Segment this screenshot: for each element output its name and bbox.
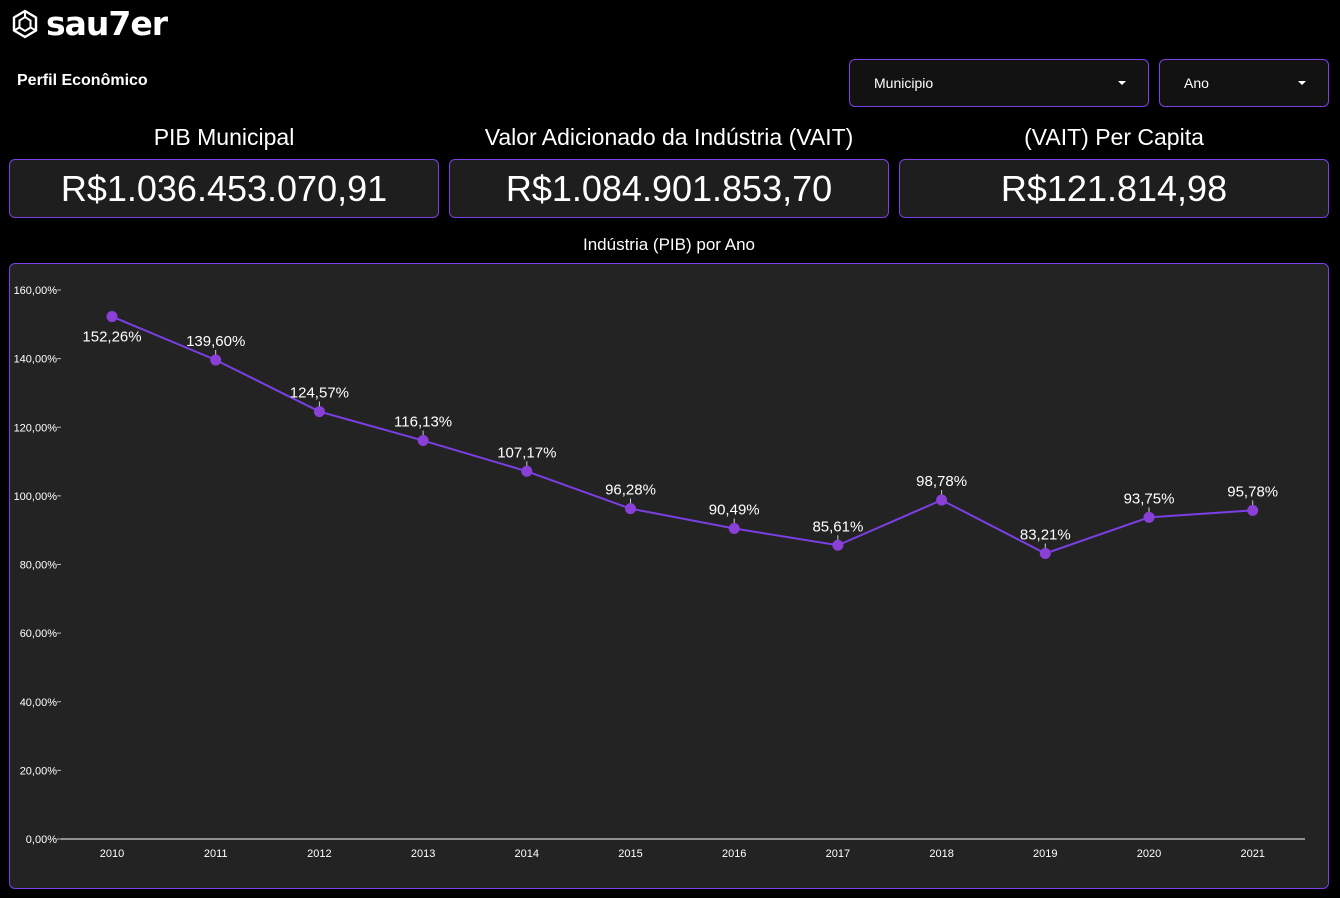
kpi-pib-municipal-value: R$1.036.453.070,91: [60, 167, 388, 209]
kpi-vait-label: Valor Adicionado da Indústria (VAIT): [484, 124, 854, 150]
page-title: Perfil Econômico: [17, 72, 148, 89]
y-tick-label: 0,00%: [26, 834, 57, 846]
x-tick-label: 2011: [204, 848, 228, 860]
data-point: [832, 539, 844, 551]
kpi-vait-per-capita-card: R$121.814,98: [899, 159, 1329, 218]
data-point: [1143, 511, 1155, 523]
data-label: 139,60%: [186, 333, 245, 350]
x-tick-label: 2013: [411, 848, 435, 860]
data-label: 116,13%: [394, 414, 452, 431]
y-tick-label: 80,00%: [20, 560, 58, 572]
kpi-vait-per-capita-value: R$121.814,98: [1000, 167, 1228, 209]
kpi-vait-per-capita-label: (VAIT) Per Capita: [1024, 124, 1204, 150]
x-tick-label: 2016: [722, 848, 746, 860]
ano-dropdown-value: Ano: [1184, 75, 1209, 91]
data-label: 124,57%: [290, 385, 349, 402]
data-label: 90,49%: [709, 502, 760, 519]
x-tick-label: 2015: [618, 848, 642, 860]
x-tick-label: 2010: [100, 848, 124, 860]
kpi-vait-card: R$1.084.901.853,70: [449, 159, 889, 218]
y-tick-label: 100,00%: [14, 491, 58, 503]
y-tick-label: 120,00%: [14, 422, 58, 434]
data-point: [625, 503, 636, 515]
x-tick-label: 2020: [1137, 848, 1161, 860]
municipio-dropdown-value: Municipio: [874, 75, 934, 91]
x-tick-label: 2019: [1033, 848, 1057, 860]
brand-logo: sau7er: [10, 4, 168, 43]
y-tick-label: 160,00%: [14, 285, 58, 297]
x-tick-label: 2018: [929, 848, 953, 860]
x-tick-label: 2017: [826, 848, 850, 860]
data-point: [313, 406, 325, 418]
x-tick-label: 2021: [1240, 848, 1264, 860]
ano-dropdown[interactable]: Ano: [1159, 59, 1329, 107]
municipio-dropdown[interactable]: Municipio: [849, 59, 1149, 107]
data-label: 98,78%: [916, 473, 967, 490]
data-point: [936, 494, 948, 506]
data-point: [417, 435, 429, 447]
data-label: 152,26%: [82, 329, 141, 346]
data-label: 96,28%: [605, 482, 656, 499]
y-tick-label: 20,00%: [20, 765, 58, 777]
data-label: 95,78%: [1227, 483, 1278, 500]
data-label: 85,61%: [812, 518, 863, 535]
dashboard-page: sau7er Perfil Econômico Municipio Ano PI…: [0, 0, 1340, 898]
chevron-down-icon: [1118, 81, 1126, 85]
y-tick-label: 60,00%: [20, 628, 58, 640]
y-tick-label: 40,00%: [20, 697, 58, 709]
hexagon-mark-icon: [12, 9, 38, 39]
data-point: [106, 311, 118, 323]
chevron-down-icon: [1298, 81, 1306, 85]
chart-title: Indústria (PIB) por Ano: [583, 235, 755, 254]
kpi-pib-municipal-label: PIB Municipal: [153, 124, 295, 150]
x-tick-label: 2014: [515, 848, 539, 860]
data-label: 93,75%: [1124, 490, 1175, 507]
kpi-vait-value: R$1.084.901.853,70: [505, 167, 833, 209]
data-point: [1247, 504, 1259, 516]
data-label: 107,17%: [497, 444, 556, 461]
data-point: [210, 354, 222, 366]
data-point: [521, 465, 533, 477]
data-point: [728, 523, 740, 535]
kpi-pib-municipal-card: R$1.036.453.070,91: [9, 159, 439, 218]
brand-name: sau7er: [46, 4, 168, 43]
data-point: [1039, 547, 1051, 559]
x-tick-label: 2012: [307, 848, 331, 860]
y-tick-label: 140,00%: [14, 354, 58, 366]
data-label: 83,21%: [1020, 526, 1071, 543]
